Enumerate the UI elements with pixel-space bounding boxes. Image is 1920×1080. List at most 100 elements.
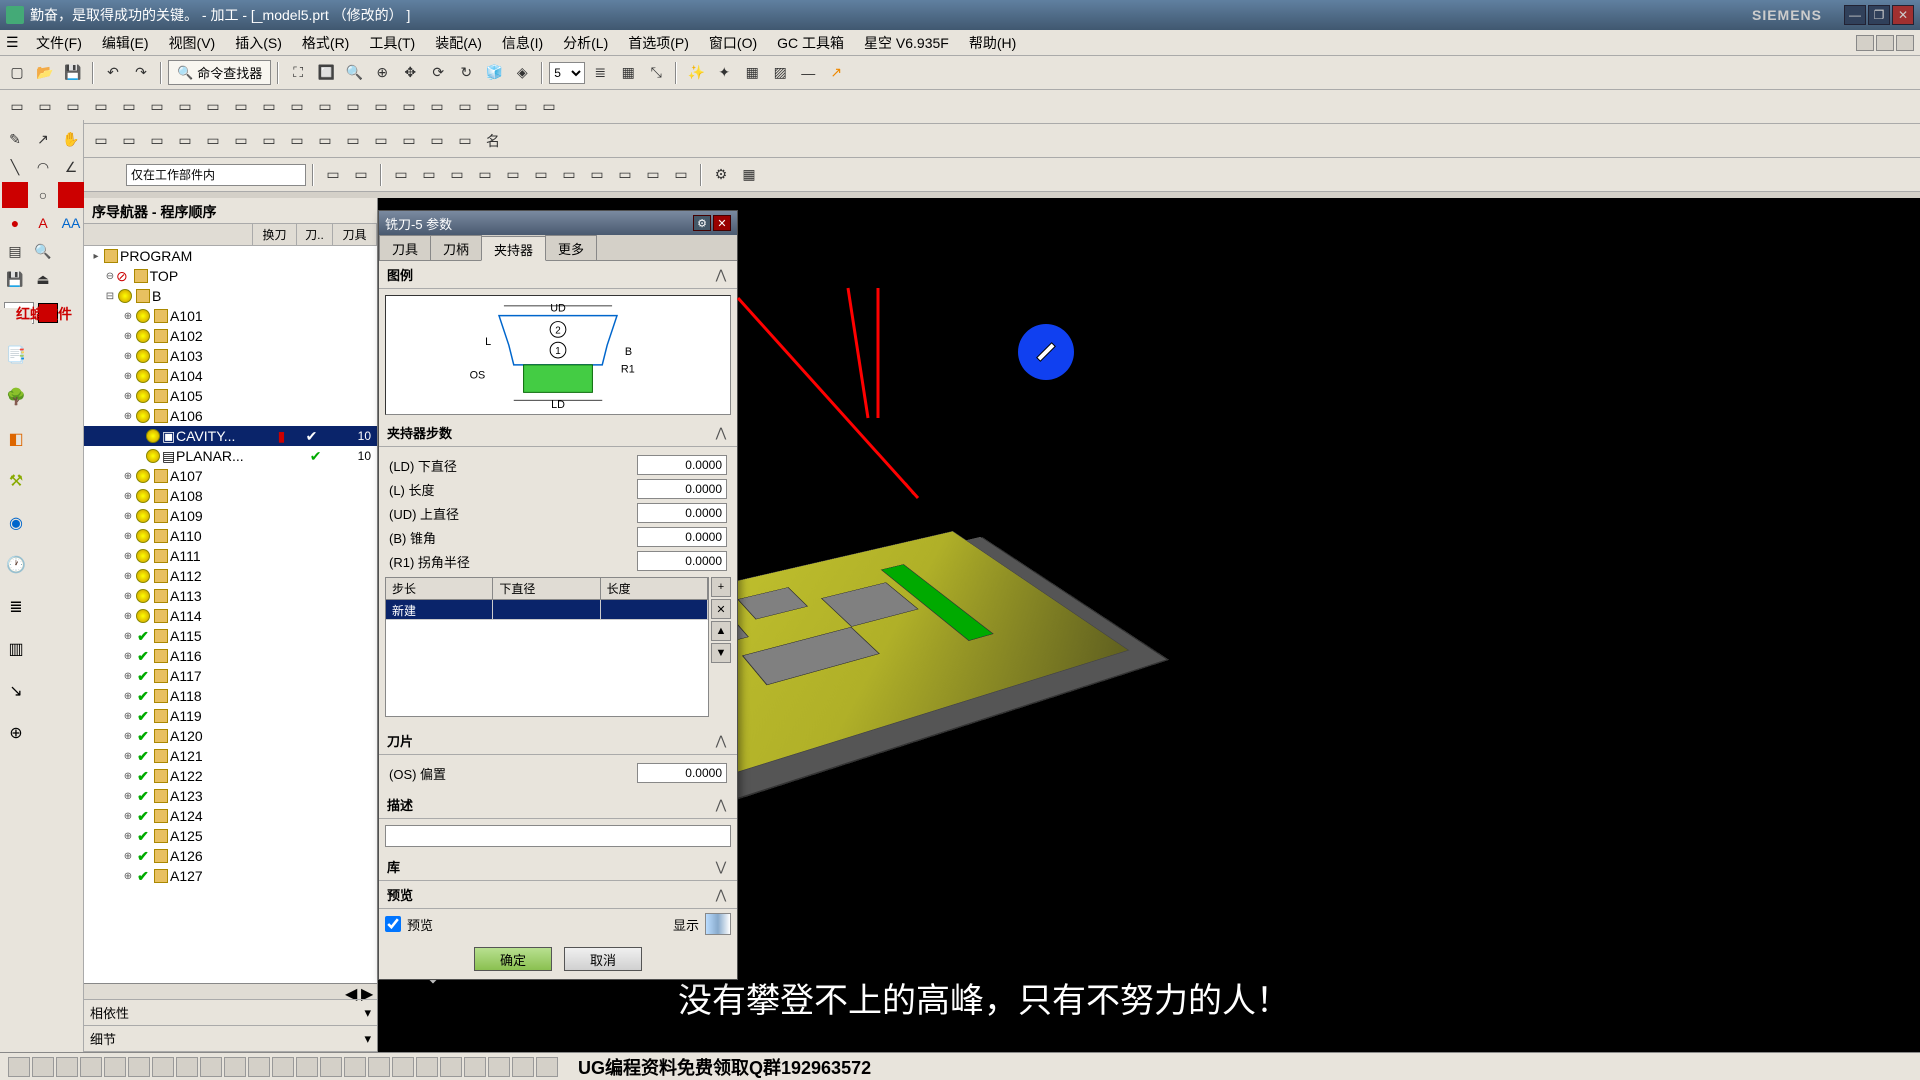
lib-collapse[interactable]: ⋁: [713, 859, 729, 875]
tree-item[interactable]: ⊕A106: [84, 406, 377, 426]
sel8-icon[interactable]: ▭: [200, 94, 226, 120]
cancel-button[interactable]: 取消: [564, 947, 642, 971]
zoom-dyn-icon[interactable]: 🔍: [341, 60, 367, 86]
f5-icon[interactable]: ▭: [444, 162, 470, 188]
pal-red-icon[interactable]: [2, 182, 28, 208]
sb20-icon[interactable]: [464, 1057, 486, 1077]
desc-input[interactable]: [385, 825, 731, 847]
fit-icon[interactable]: ⛶: [285, 60, 311, 86]
tree-item[interactable]: ⊕A105: [84, 386, 377, 406]
sb-plus-icon[interactable]: ⊕: [3, 720, 29, 746]
sel20-icon[interactable]: ▭: [536, 94, 562, 120]
sb-palette-icon[interactable]: ▥: [3, 636, 29, 662]
f11-icon[interactable]: ▭: [612, 162, 638, 188]
dialog-settings-button[interactable]: ⚙: [693, 215, 711, 231]
menu-star[interactable]: 星空 V6.935F: [854, 31, 959, 55]
dialog-close-button[interactable]: ✕: [713, 215, 731, 231]
pal-a-icon[interactable]: A: [30, 210, 56, 236]
tree-item[interactable]: ⊕✔A123: [84, 786, 377, 806]
prev-checkbox[interactable]: [385, 916, 401, 932]
f6-icon[interactable]: ▭: [472, 162, 498, 188]
f3-icon[interactable]: ▭: [388, 162, 414, 188]
open-icon[interactable]: 📂: [32, 60, 58, 86]
tree-item[interactable]: ⊕✔A126: [84, 846, 377, 866]
row-ud-input[interactable]: [637, 503, 727, 523]
tree-item[interactable]: ⊕A102: [84, 326, 377, 346]
sb13-icon[interactable]: [296, 1057, 318, 1077]
tree-top[interactable]: TOP: [150, 268, 179, 284]
tab-shank[interactable]: 刀柄: [430, 235, 482, 260]
sb-arrow-icon[interactable]: ↘: [3, 678, 29, 704]
sb16-icon[interactable]: [368, 1057, 390, 1077]
op17-icon[interactable]: ▭: [452, 128, 478, 154]
tree-cavity[interactable]: ▣CAVITY...▮✔10: [84, 426, 377, 446]
legend-collapse[interactable]: ⋀: [713, 267, 729, 283]
tree-item[interactable]: ⊕✔A118: [84, 686, 377, 706]
menu-file[interactable]: 文件(F): [26, 31, 92, 55]
tree-detail[interactable]: 细节▾: [84, 1026, 377, 1052]
grid-up-button[interactable]: ▲: [711, 621, 731, 641]
col-tool[interactable]: 刀..: [297, 224, 333, 245]
refresh-icon[interactable]: ↻: [453, 60, 479, 86]
grid-col-len[interactable]: 长度: [601, 578, 708, 599]
rotate-icon[interactable]: ⟳: [425, 60, 451, 86]
star-icon[interactable]: ✦: [711, 60, 737, 86]
tree-item[interactable]: ⊕✔A124: [84, 806, 377, 826]
sb15-icon[interactable]: [344, 1057, 366, 1077]
menu-pref[interactable]: 首选项(P): [618, 31, 699, 55]
pal-square-icon[interactable]: [58, 182, 84, 208]
pal-angle-icon[interactable]: ∠: [58, 154, 84, 180]
tree-item[interactable]: ⊕✔A116: [84, 646, 377, 666]
sb23-icon[interactable]: [536, 1057, 558, 1077]
sb19-icon[interactable]: [440, 1057, 462, 1077]
cube-icon[interactable]: ▦: [615, 60, 641, 86]
op6-icon[interactable]: ▭: [144, 128, 170, 154]
sb12-icon[interactable]: [272, 1057, 294, 1077]
sel4-icon[interactable]: ▭: [88, 94, 114, 120]
layer-icon[interactable]: ≣: [587, 60, 613, 86]
tree-item[interactable]: ⊕A110: [84, 526, 377, 546]
pan-icon[interactable]: ✥: [397, 60, 423, 86]
sb10-icon[interactable]: [224, 1057, 246, 1077]
sb-clock-icon[interactable]: 🕐: [3, 552, 29, 578]
sel14-icon[interactable]: ▭: [368, 94, 394, 120]
sb7-icon[interactable]: [152, 1057, 174, 1077]
sb9-icon[interactable]: [200, 1057, 222, 1077]
op9-icon[interactable]: ▭: [228, 128, 254, 154]
menu-window[interactable]: 窗口(O): [699, 31, 767, 55]
dialog-titlebar[interactable]: 铣刀-5 参数 ⚙ ✕: [379, 211, 737, 235]
tree-item[interactable]: ⊕A104: [84, 366, 377, 386]
pal-dot-icon[interactable]: ●: [2, 210, 28, 236]
sel3-icon[interactable]: ▭: [60, 94, 86, 120]
dir-icon[interactable]: ↗: [823, 60, 849, 86]
tree-item[interactable]: ⊕A107: [84, 466, 377, 486]
iso-icon[interactable]: ◈: [509, 60, 535, 86]
grid-icon[interactable]: ▦: [739, 60, 765, 86]
row-r1-input[interactable]: [637, 551, 727, 571]
sb17-icon[interactable]: [392, 1057, 414, 1077]
tree-item[interactable]: ⊕✔A122: [84, 766, 377, 786]
sel19-icon[interactable]: ▭: [508, 94, 534, 120]
row-os-input[interactable]: [637, 763, 727, 783]
tree-item[interactable]: ⊕✔A117: [84, 666, 377, 686]
menu-format[interactable]: 格式(R): [292, 31, 359, 55]
col-tool2[interactable]: 刀具: [333, 224, 377, 245]
f1-icon[interactable]: ▭: [320, 162, 346, 188]
sb-part-icon[interactable]: ◧: [3, 426, 29, 452]
sel-icon[interactable]: ▭: [4, 94, 30, 120]
pal-exit-icon[interactable]: ⏏: [30, 266, 56, 292]
gear-icon[interactable]: ⚙: [708, 162, 734, 188]
f7-icon[interactable]: ▭: [500, 162, 526, 188]
style-icon[interactable]: 🧊: [481, 60, 507, 86]
filter-input[interactable]: [126, 164, 306, 186]
blade-collapse[interactable]: ⋀: [713, 733, 729, 749]
tree-item[interactable]: ⊕A111: [84, 546, 377, 566]
tree-item[interactable]: ⊕A108: [84, 486, 377, 506]
sel10-icon[interactable]: ▭: [256, 94, 282, 120]
f4-icon[interactable]: ▭: [416, 162, 442, 188]
tree-item[interactable]: ⊕✔A125: [84, 826, 377, 846]
menu-info[interactable]: 信息(I): [492, 31, 553, 55]
minimize-button[interactable]: —: [1844, 5, 1866, 25]
tree-program[interactable]: PROGRAM: [120, 248, 192, 264]
tree-item[interactable]: ⊕A113: [84, 586, 377, 606]
